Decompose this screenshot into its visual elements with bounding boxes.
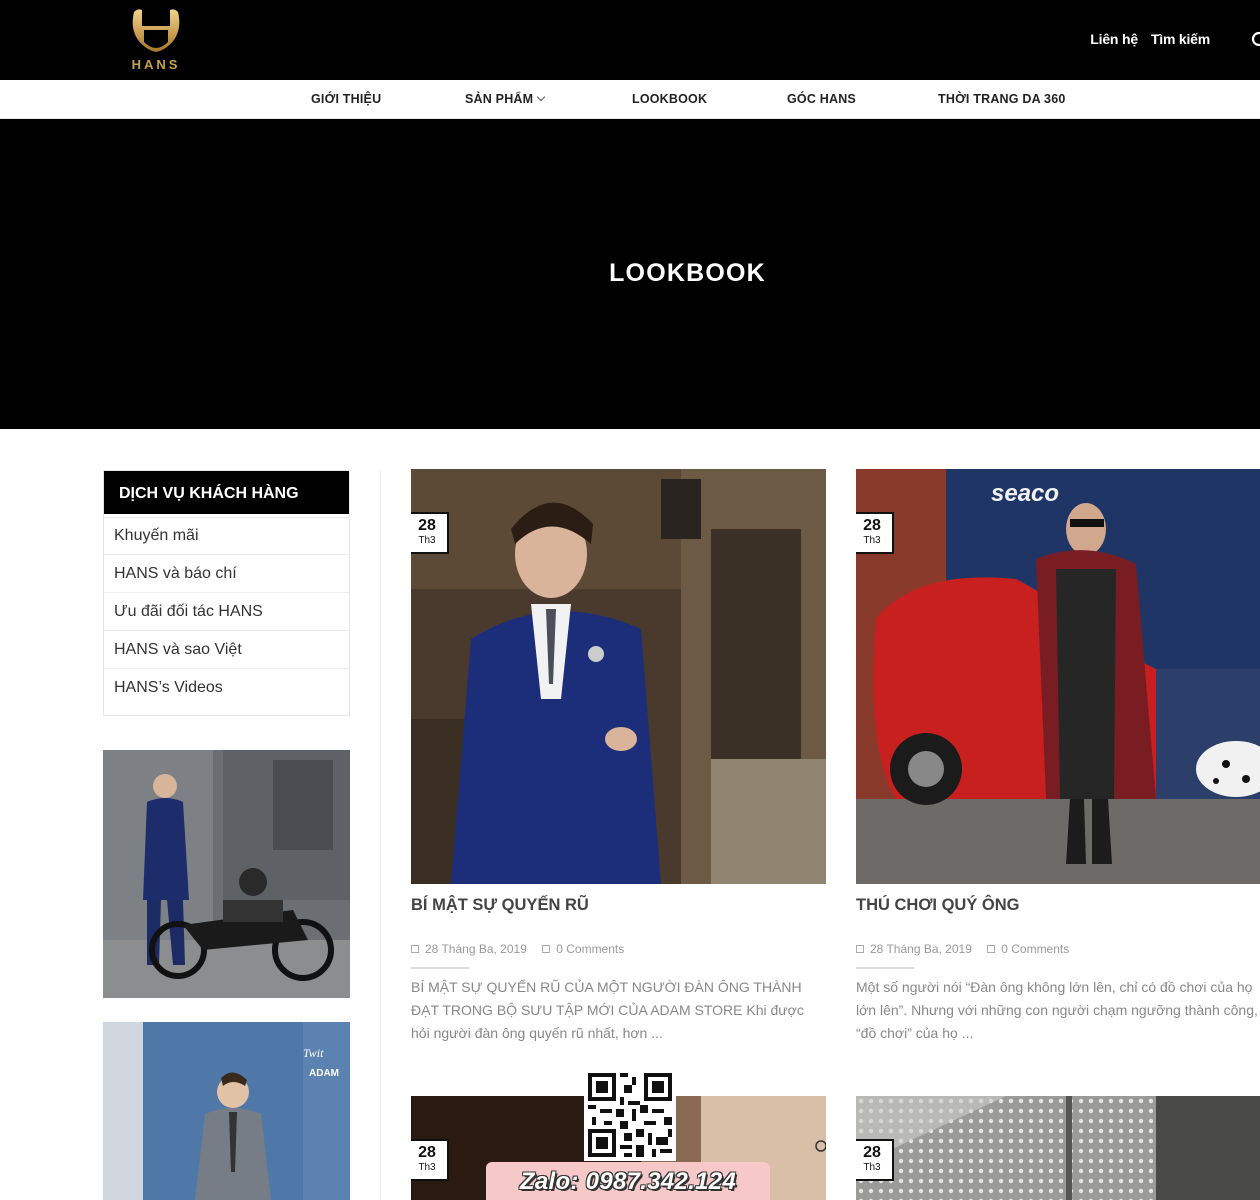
excerpt-line: Một số người nói “Đàn ông không lớn lên,… [856,979,1253,995]
date-month: Th3 [418,535,436,546]
post-excerpt: BÍ MẬT SỰ QUYẾN RŨ CỦA MỘT NGƯỜI ĐÀN ÔNG… [411,979,804,1041]
date-badge: 28 Th3 [411,1139,449,1181]
post-meta: 28 Tháng Ba, 2019 0 Comments [856,942,1069,956]
post-image[interactable]: 28 Th3 [411,469,826,884]
nav-item-goc-hans[interactable]: GÓC HANS [787,92,856,106]
comment-icon [542,945,551,953]
hans-logo-mark [132,9,180,53]
zalo-label: Zalo: 0987.342.124 [519,1168,737,1195]
widget-title: DỊCH VỤ KHÁCH HÀNG [104,471,349,517]
svg-text:ADAM: ADAM [309,1068,339,1079]
post-title[interactable]: THÚ CHƠI QUÝ ÔNG [856,896,1020,915]
nav-item-lookbook[interactable]: LOOKBOOK [632,92,707,106]
nav-label: SẢN PHẨM [465,92,534,106]
date-day: 28 [418,1144,436,1161]
post-photo [856,1096,1260,1200]
post-card[interactable]: 28 Th3 BÍ MẬT SỰ QUYẾN RŨ 28 Tháng Ba, 2… [411,469,826,1069]
nav-label: GIỚI THIỆU [311,92,382,106]
banner-image [103,750,350,998]
calendar-icon [856,945,864,953]
top-bar: HANS Liên hệ Tìm kiếm [0,0,1260,80]
svg-text:seaco: seaco [991,480,1059,507]
top-links: Liên hệ Tìm kiếm [1090,31,1210,47]
sidebar-item-videos[interactable]: HANS’s Videos [104,669,349,715]
date-badge: 28 Th3 [411,512,449,554]
main-nav: GIỚI THIỆU SẢN PHẨM LOOKBOOK GÓC HANS TH… [0,80,1260,119]
nav-item-san-pham[interactable]: SẢN PHẨM [465,92,546,106]
sidebar-item-khuyen-mai[interactable]: Khuyến mãi [104,517,349,555]
post-divider [411,967,469,969]
page-title: LOOKBOOK [609,259,766,287]
post-title[interactable]: BÍ MẬT SỰ QUYẾN RŨ [411,896,589,915]
post-image[interactable]: 28 Th3 [856,1096,1260,1200]
sidebar-banner-adam[interactable]: Twit ADAM [103,1022,350,1200]
sidebar-item-uu-dai[interactable]: Ưu đãi đối tác HANS [104,593,349,631]
nav-label: GÓC HANS [787,92,856,106]
post-comments[interactable]: 0 Comments [1001,942,1069,956]
post-divider [856,967,914,969]
post-photo [411,469,826,884]
post-comments[interactable]: 0 Comments [556,942,624,956]
post-card[interactable]: seaco 28 Th3 THÚ CHƠI QUÝ ÔNG 28 Tháng B… [856,469,1260,1069]
logo-text: HANS [131,57,181,72]
sidebar-banner-motorcycle[interactable] [103,750,350,998]
zalo-contact-button[interactable]: Zalo: 0987.342.124 [486,1162,770,1200]
column-divider [380,470,381,1200]
post-meta: 28 Tháng Ba, 2019 0 Comments [411,942,624,956]
sidebar-item-sao-viet[interactable]: HANS và sao Việt [104,631,349,669]
search-link[interactable]: Tìm kiếm [1151,31,1210,47]
comment-icon [987,945,996,953]
excerpt-line: lớn lên”. Nhưng với những con người chạm… [856,1002,1258,1018]
nav-label: THỜI TRANG DA 360 [938,92,1066,106]
nav-label: LOOKBOOK [632,92,708,106]
date-day: 28 [418,517,436,534]
date-day: 28 [863,1144,881,1161]
qr-code-icon [584,1069,676,1161]
post-photo: seaco [856,469,1260,884]
date-badge: 28 Th3 [856,1139,894,1181]
chevron-down-icon [537,92,546,102]
calendar-icon [411,945,419,953]
date-month: Th3 [418,1162,436,1173]
nav-item-gioi-thieu[interactable]: GIỚI THIỆU [311,92,381,106]
search-icon[interactable] [1251,31,1260,49]
zalo-qr-code[interactable] [584,1069,676,1161]
post-date: 28 Tháng Ba, 2019 [425,942,527,956]
banner-image: Twit ADAM [103,1022,350,1200]
svg-text:Twit: Twit [303,1046,324,1060]
post-card[interactable]: 28 Th3 [856,1096,1260,1200]
date-day: 28 [863,517,881,534]
date-month: Th3 [863,535,881,546]
date-badge: 28 Th3 [856,512,894,554]
page-hero: LOOKBOOK [0,119,1260,429]
post-date: 28 Tháng Ba, 2019 [870,942,972,956]
post-excerpt: Một số người nói “Đàn ông không lớn lên,… [856,976,1260,1045]
excerpt-line: “đồ chơi” của họ ... [856,1025,974,1041]
customer-service-widget: DỊCH VỤ KHÁCH HÀNG Khuyến mãi HANS và bá… [103,470,350,716]
contact-link[interactable]: Liên hệ [1090,31,1138,47]
hans-logo[interactable]: HANS [128,6,184,74]
nav-item-thoi-trang-da-360[interactable]: THỜI TRANG DA 360 [938,92,1066,106]
post-image[interactable]: seaco 28 Th3 [856,469,1260,884]
sidebar-item-bao-chi[interactable]: HANS và báo chí [104,555,349,593]
date-month: Th3 [863,1162,881,1173]
